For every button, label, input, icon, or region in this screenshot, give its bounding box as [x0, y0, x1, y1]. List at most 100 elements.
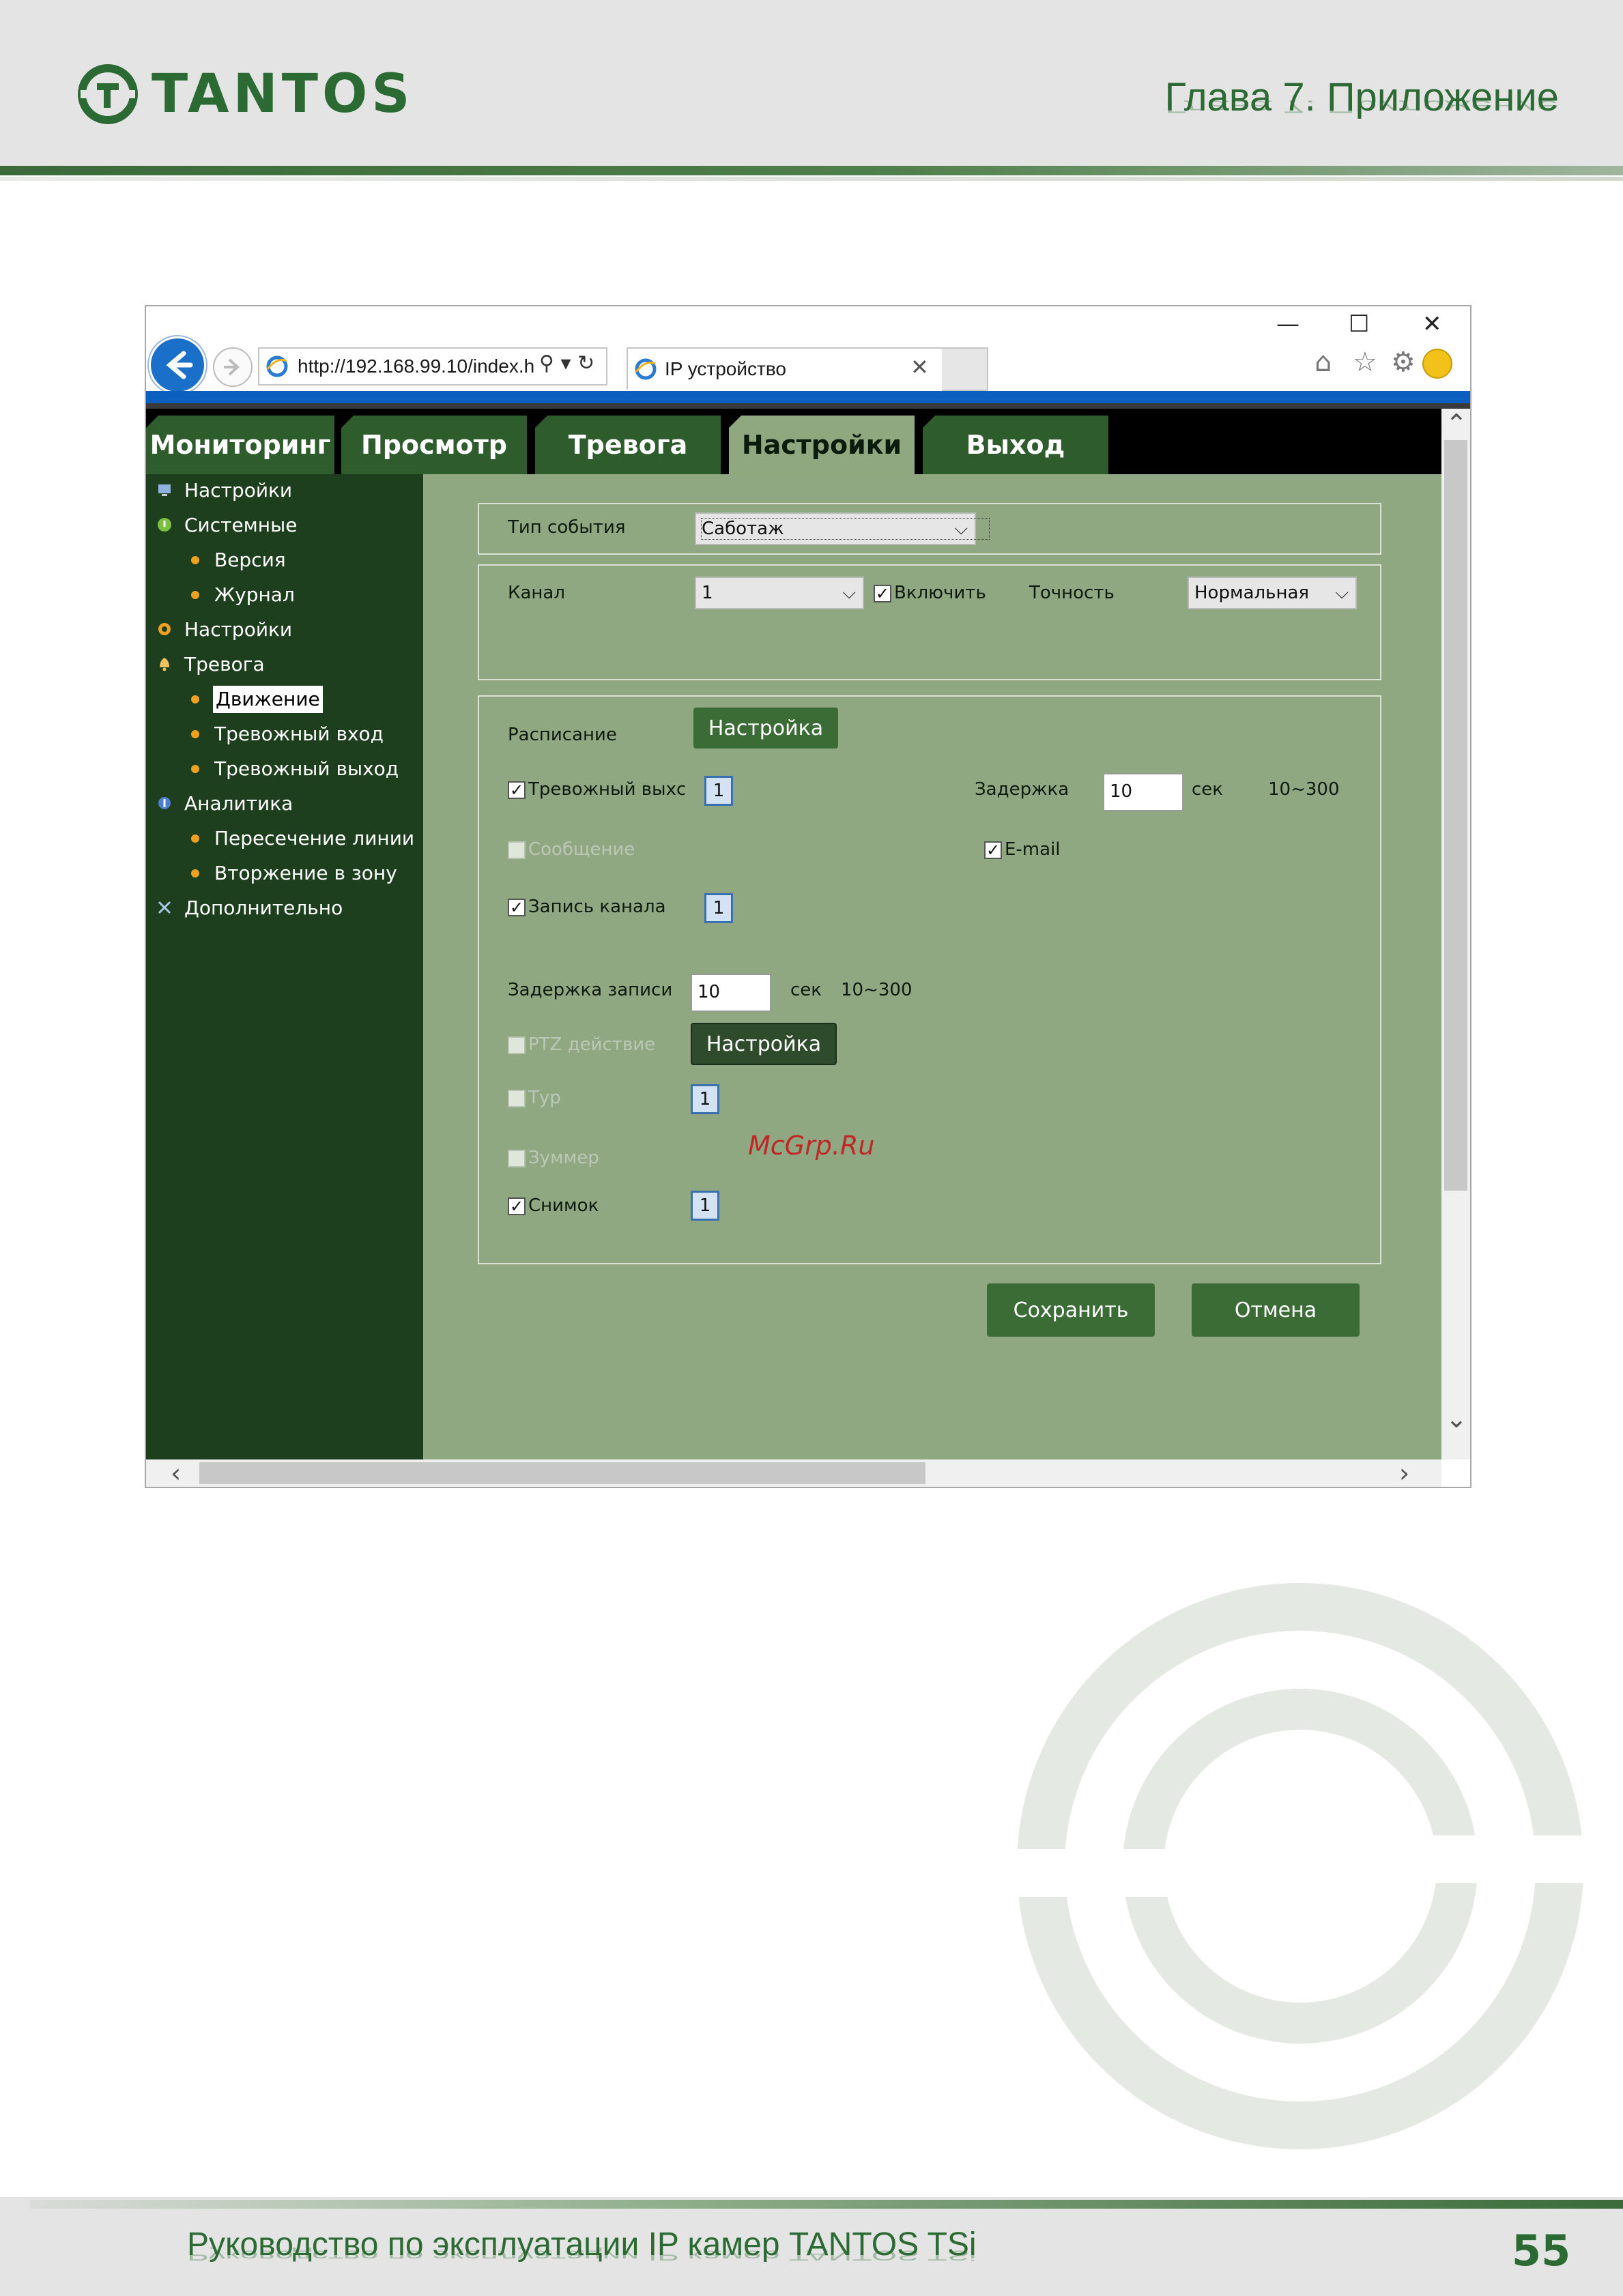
gear-icon — [158, 623, 171, 635]
minimize-icon[interactable]: — — [1276, 310, 1299, 338]
smiley-icon[interactable] — [1422, 349, 1452, 379]
header-blue-band — [146, 391, 1470, 403]
horizontal-scroll-thumb[interactable] — [199, 1462, 925, 1484]
new-tab-button[interactable] — [942, 347, 988, 391]
alarm-out-label: Тревожный выхс — [528, 779, 687, 800]
sidebar-item-analytics[interactable]: Аналитика — [184, 790, 293, 817]
sidebar-item-alarm[interactable]: Тревога — [184, 651, 265, 678]
sidebar-item-system[interactable]: Системные — [184, 512, 297, 539]
gear-icon[interactable]: ⚙ — [1391, 347, 1416, 377]
tab-close-icon[interactable]: ✕ — [910, 354, 929, 380]
delay-input[interactable]: 10 — [1103, 773, 1183, 811]
chevron-down-icon: ⌵ — [954, 519, 968, 539]
tab-playback[interactable]: Просмотр — [341, 416, 527, 474]
bullet-icon — [191, 556, 199, 564]
sidebar-item-zone-intrusion[interactable]: Вторжение в зону — [214, 860, 397, 887]
ptz-settings-button[interactable]: Настройка — [691, 1023, 837, 1065]
sidebar-item-alarm-output[interactable]: Тревожный выход — [214, 755, 399, 783]
buzzer-label: Зуммер — [528, 1148, 599, 1168]
close-window-icon[interactable]: ✕ — [1422, 310, 1442, 338]
channel-select[interactable]: 1 ⌵ — [695, 577, 864, 609]
sidebar-item-config[interactable]: Настройки — [184, 616, 292, 643]
tab-monitoring[interactable]: Мониторинг — [146, 416, 334, 474]
snapshot-checkbox[interactable]: ✓ — [508, 1197, 526, 1215]
bullet-icon — [191, 834, 199, 843]
sidebar-item-alarm-input[interactable]: Тревожный вход — [214, 721, 384, 748]
precision-select[interactable]: Нормальная ⌵ — [1188, 577, 1357, 609]
tantos-logo-icon — [78, 64, 138, 124]
ptz-checkbox[interactable] — [508, 1036, 526, 1054]
tour-label: Тур — [528, 1088, 561, 1108]
record-channel-checkbox[interactable]: ✓ — [508, 899, 526, 916]
sidebar-item-version[interactable]: Версия — [214, 547, 286, 574]
delay-label: Задержка — [975, 779, 1069, 800]
alarm-out-checkbox[interactable]: ✓ — [508, 781, 526, 799]
schedule-settings-button[interactable]: Настройка — [693, 708, 838, 749]
record-delay-unit: сек — [790, 980, 822, 1000]
scroll-left-icon[interactable]: ‹ — [171, 1459, 181, 1487]
record-delay-input[interactable]: 10 — [691, 974, 771, 1012]
back-button[interactable] — [149, 336, 206, 394]
delay-range: 10~300 — [1268, 779, 1340, 800]
tab-settings[interactable]: Настройки — [729, 416, 915, 474]
header-rule — [0, 166, 1623, 175]
scroll-down-icon[interactable]: ⌄ — [1446, 1405, 1467, 1432]
tools-icon — [158, 901, 171, 914]
url-text[interactable]: http://192.168.99.10/index.h — [298, 355, 534, 377]
enable-label: Включить — [894, 583, 986, 603]
tour-box[interactable]: 1 — [691, 1084, 719, 1114]
email-checkbox[interactable]: ✓ — [984, 841, 1002, 859]
record-channel-box[interactable]: 1 — [704, 893, 733, 923]
header-rule-light — [0, 177, 1623, 181]
star-icon[interactable]: ☆ — [1353, 347, 1377, 377]
arrow-left-icon — [166, 351, 193, 379]
settings-content: Тип события Саботаж ⌵ Канал 1 ⌵ ✓ Включи… — [423, 474, 1441, 1459]
sidebar-item-advanced[interactable]: Дополнительно — [184, 895, 343, 922]
enable-checkbox[interactable]: ✓ — [874, 585, 891, 602]
alarm-out-channel-box[interactable]: 1 — [704, 776, 733, 806]
sidebar: Настройки Системные Версия Журнал Настро… — [146, 474, 423, 1459]
chevron-down-icon: ⌵ — [1335, 583, 1349, 603]
event-type-label: Тип события — [508, 517, 626, 538]
record-delay-label: Задержка записи — [508, 980, 673, 1000]
snapshot-box[interactable]: 1 — [691, 1191, 719, 1221]
record-delay-range: 10~300 — [841, 980, 913, 1000]
address-tools-icon[interactable]: ⚲ ▾ ↻ — [539, 351, 594, 375]
message-label: Сообщение — [528, 839, 635, 860]
scroll-right-icon[interactable]: › — [1399, 1459, 1409, 1487]
event-type-select[interactable]: Саботаж ⌵ — [695, 512, 990, 545]
delay-unit: сек — [1192, 779, 1223, 800]
bullet-icon — [191, 730, 199, 738]
tantos-logo-text: TANTOS — [152, 63, 414, 125]
maximize-icon[interactable]: ☐ — [1349, 310, 1369, 338]
save-button[interactable]: Сохранить — [987, 1283, 1155, 1337]
buzzer-checkbox[interactable] — [508, 1150, 526, 1167]
tab-alarm[interactable]: Тревога — [535, 416, 721, 474]
bullet-icon — [191, 695, 199, 703]
event-type-value: Саботаж — [701, 518, 990, 540]
sidebar-item-log[interactable]: Журнал — [214, 581, 295, 609]
precision-value: Нормальная — [1194, 583, 1310, 603]
sidebar-item-settings[interactable]: Настройки — [184, 477, 292, 504]
bullet-icon — [191, 591, 199, 599]
snapshot-label: Снимок — [528, 1195, 599, 1216]
message-checkbox[interactable] — [508, 841, 526, 859]
tab-exit[interactable]: Выход — [923, 416, 1108, 474]
sidebar-item-line-crossing[interactable]: Пересечение линии — [214, 825, 414, 852]
info-icon — [158, 518, 171, 532]
home-icon[interactable]: ⌂ — [1315, 347, 1332, 377]
sidebar-item-motion[interactable]: Движение — [213, 686, 323, 713]
channel-label: Канал — [508, 583, 565, 603]
tantos-watermark-icon — [1010, 1583, 1590, 2149]
cancel-button[interactable]: Отмена — [1192, 1283, 1360, 1337]
analytics-icon — [158, 797, 171, 809]
scroll-up-icon[interactable]: ⌃ — [1446, 410, 1467, 437]
chevron-down-icon: ⌵ — [842, 583, 856, 603]
schedule-label: Расписание — [508, 725, 617, 745]
footer-rule — [30, 2200, 1623, 2209]
site-watermark-text: McGrp.Ru — [748, 1131, 875, 1161]
forward-button[interactable] — [213, 347, 253, 387]
vertical-scroll-thumb[interactable] — [1444, 440, 1467, 1191]
bullet-icon — [191, 765, 199, 773]
tour-checkbox[interactable] — [508, 1090, 526, 1107]
